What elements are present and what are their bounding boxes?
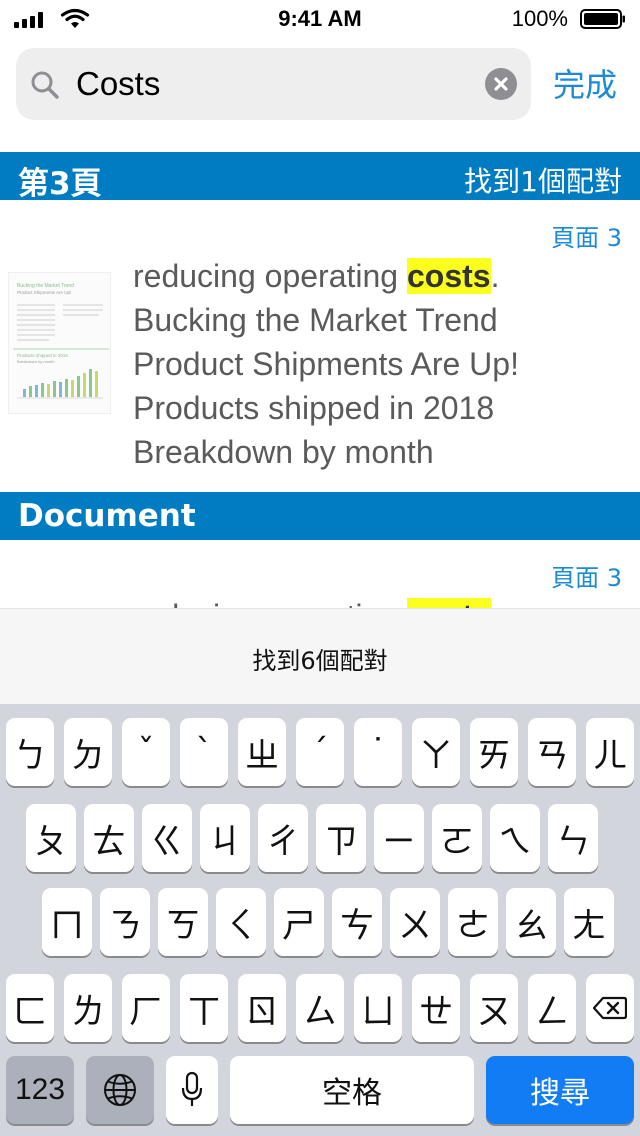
key-10-row4[interactable]: ㄥ [528,974,576,1042]
done-button[interactable]: 完成 [553,60,617,106]
zhuyin-keyboard: ㄅㄉ ˇ ˋ ㄓ ˊ ˙ ㄚㄞㄢㄦㄆㄊㄍㄐㄔㄗㄧㄛㄟㄣㄇㄋㄎㄑㄕㄘㄨㄜㄠㄤㄈㄌㄏㄒㄖㄙㄩㄝㄡ… [0,704,640,1136]
section-title: 第3頁 [18,166,102,202]
dictation-key[interactable] [166,1056,218,1124]
find-results-bar: 找到6個配對 [0,608,640,705]
match-highlight: costs [406,598,491,608]
battery-icon [580,9,625,29]
snippet-line: Bucking the Market Trend [133,302,498,338]
key-1-row2[interactable]: ㄆ [26,804,76,872]
key-9-row4[interactable]: ㄡ [470,974,518,1042]
status-bar: 9:41 AM 100% [0,0,640,40]
search-field[interactable] [16,48,531,120]
section-header-document: Document [0,492,640,540]
snippet-line: Product Shipments Are Up! [133,346,519,382]
total-matches: 找到6個配對 [252,647,388,675]
key-6-row1[interactable]: ˊ [296,718,344,786]
key-8-row1[interactable]: ㄚ [412,718,460,786]
key-4-row3[interactable]: ㄑ [216,888,266,956]
snippet-line: reducing operating costs. [133,258,500,294]
page-thumbnail: Bucking the Market Trend Product Shipmen… [8,272,111,414]
key-7-row2[interactable]: ㄧ [374,804,424,872]
battery-percent: 100% [511,6,568,31]
key-7-row1[interactable]: ˙ [354,718,402,786]
key-11-row1[interactable]: ㄦ [586,718,634,786]
key-9-row1[interactable]: ㄞ [470,718,518,786]
key-6-row2[interactable]: ㄗ [316,804,366,872]
key-1-row4[interactable]: ㄈ [6,974,54,1042]
key-1-row1[interactable]: ㄅ [6,718,54,786]
key-8-row3[interactable]: ㄜ [448,888,498,956]
key-4-row2[interactable]: ㄐ [200,804,250,872]
clear-icon [494,77,508,91]
key-5-row1[interactable]: ㄓ [238,718,286,786]
section-title: Document [18,498,196,534]
key-2-row4[interactable]: ㄌ [64,974,112,1042]
key-3-row3[interactable]: ㄎ [158,888,208,956]
match-count: 找到1個配對 [464,165,622,198]
numbers-key[interactable]: 123 [6,1056,74,1124]
search-bar: 完成 [0,40,640,134]
key-10-row1[interactable]: ㄢ [528,718,576,786]
key-7-row4[interactable]: ㄩ [354,974,402,1042]
thumb-chart-title: Products shipped in 2018 [17,353,68,358]
result-snippet: reducing operating costs. Bucking the Ma… [133,254,633,474]
backspace-bg [586,974,634,1042]
key-6-row3[interactable]: ㄘ [332,888,382,956]
clear-search-button[interactable] [485,68,517,100]
key-2-row3[interactable]: ㄋ [100,888,150,956]
thumb-subtitle: Product Shipments Are Up! [17,290,71,295]
snippet-line: Breakdown by month [133,434,434,470]
search-key[interactable]: 搜尋 [486,1056,634,1124]
microphone-icon [181,1071,203,1106]
page-label: 頁面 3 [551,224,622,252]
key-4-row1[interactable]: ˋ [180,718,228,786]
key-4-row4[interactable]: ㄒ [180,974,228,1042]
key-9-row3[interactable]: ㄠ [506,888,556,956]
key-8-row4[interactable]: ㄝ [412,974,460,1042]
key-2-row2[interactable]: ㄊ [84,804,134,872]
match-highlight: costs [406,258,491,294]
key-1-row3[interactable]: ㄇ [42,888,92,956]
key-3-row1[interactable]: ˇ [122,718,170,786]
thumb-chart-subtitle: Breakdown by month [17,359,55,364]
globe-icon [104,1074,136,1106]
key-5-row2[interactable]: ㄔ [258,804,308,872]
result-snippet-clipped: reducing operating costs [0,586,640,608]
section-header-page-3: 第3頁 找到1個配對 [0,152,640,202]
key-5-row4[interactable]: ㄖ [238,974,286,1042]
key-10-row3[interactable]: ㄤ [564,888,614,956]
thumb-title: Bucking the Market Trend [17,283,74,289]
key-8-row2[interactable]: ㄛ [432,804,482,872]
thumb-bars [23,369,98,397]
key-3-row2[interactable]: ㄍ [142,804,192,872]
key-2-row1[interactable]: ㄉ [64,718,112,786]
space-key[interactable]: 空格 [230,1056,474,1124]
key-3-row4[interactable]: ㄏ [122,974,170,1042]
key-6-row4[interactable]: ㄙ [296,974,344,1042]
key-7-row3[interactable]: ㄨ [390,888,440,956]
globe-key[interactable] [86,1056,154,1124]
key-5-row3[interactable]: ㄕ [274,888,324,956]
snippet-line: Products shipped in 2018 [133,390,495,426]
search-icon [31,71,59,99]
key-9-row2[interactable]: ㄟ [490,804,540,872]
key-10-row2[interactable]: ㄣ [548,804,598,872]
search-input[interactable] [76,54,476,114]
